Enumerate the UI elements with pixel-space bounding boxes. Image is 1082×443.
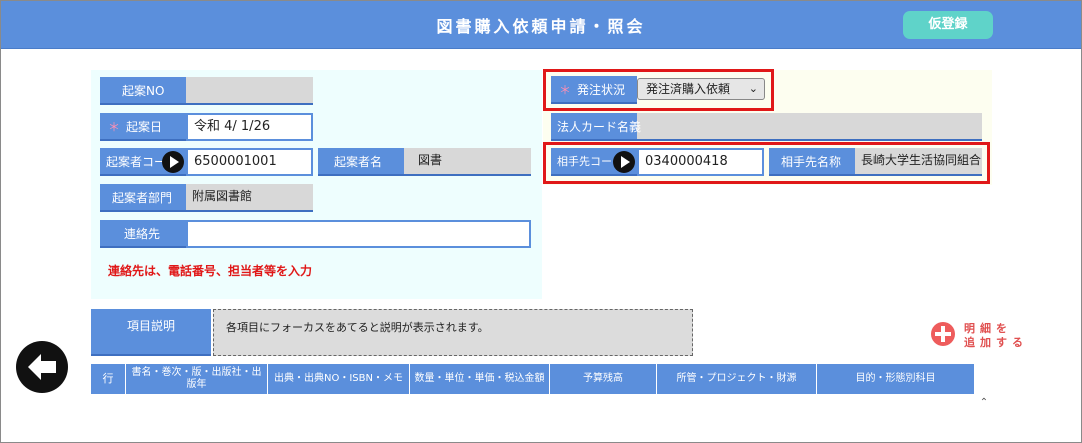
header-bar: 図書購入依頼申請・照会 仮登録 xyxy=(1,1,1081,49)
drafter-name-value: 図書 xyxy=(404,148,531,176)
help-label: 項目説明 xyxy=(91,309,211,356)
col-row: 行 xyxy=(91,364,126,394)
corp-card-label: 法人カード名義 xyxy=(551,113,641,139)
draft-no-value xyxy=(186,77,313,105)
back-arrow-icon xyxy=(28,354,56,380)
contact-label: 連絡先 xyxy=(100,220,186,248)
required-icon: ＊ xyxy=(108,120,121,134)
col-title: 書名・巻次・版・出版社・出版年 xyxy=(126,364,268,394)
contact-field[interactable] xyxy=(186,220,531,248)
draft-date-label-text: 起案日 xyxy=(126,120,163,134)
col-purpose: 目的・形態別科目 xyxy=(817,364,975,394)
drafter-dept-value: 附属図書館 xyxy=(186,184,313,212)
drafter-dept-label: 起案者部門 xyxy=(100,184,186,212)
col-source: 出典・出典NO・ISBN・メモ xyxy=(268,364,410,394)
scroll-up-icon[interactable]: ⌃ xyxy=(976,397,992,411)
col-budget: 予算残高 xyxy=(550,364,657,394)
add-detail-line2: 追加する xyxy=(964,336,1028,349)
back-button[interactable] xyxy=(16,341,68,393)
draft-date-field[interactable]: 令和 4/ 1/26 xyxy=(186,113,313,141)
contact-note: 連絡先は、電話番号、担当者等を入力 xyxy=(108,264,313,278)
col-quantity: 数量・単位・単価・税込金額 xyxy=(410,364,550,394)
plus-icon xyxy=(931,322,955,346)
drafter-code-field[interactable]: 6500001001 xyxy=(186,148,313,176)
col-jurisdiction: 所管・プロジェクト・財源 xyxy=(657,364,817,394)
draft-no-label: 起案NO xyxy=(100,77,186,105)
temp-save-button[interactable]: 仮登録 xyxy=(903,11,993,39)
help-text: 各項目にフォーカスをあてると説明が表示されます。 xyxy=(213,309,693,356)
drafter-code-picker-icon[interactable] xyxy=(162,151,184,173)
highlight-order-status xyxy=(543,69,774,111)
corp-card-row: 法人カード名義 xyxy=(551,113,982,141)
add-detail-button[interactable]: 明細を 追加する xyxy=(931,320,1031,350)
detail-grid-header: 行 書名・巻次・版・出版社・出版年 出典・出典NO・ISBN・メモ 数量・単位・… xyxy=(91,364,975,394)
highlight-partner xyxy=(543,142,990,184)
draft-date-label: ＊ 起案日 xyxy=(100,113,186,141)
drafter-name-label: 起案者名 xyxy=(318,148,404,176)
